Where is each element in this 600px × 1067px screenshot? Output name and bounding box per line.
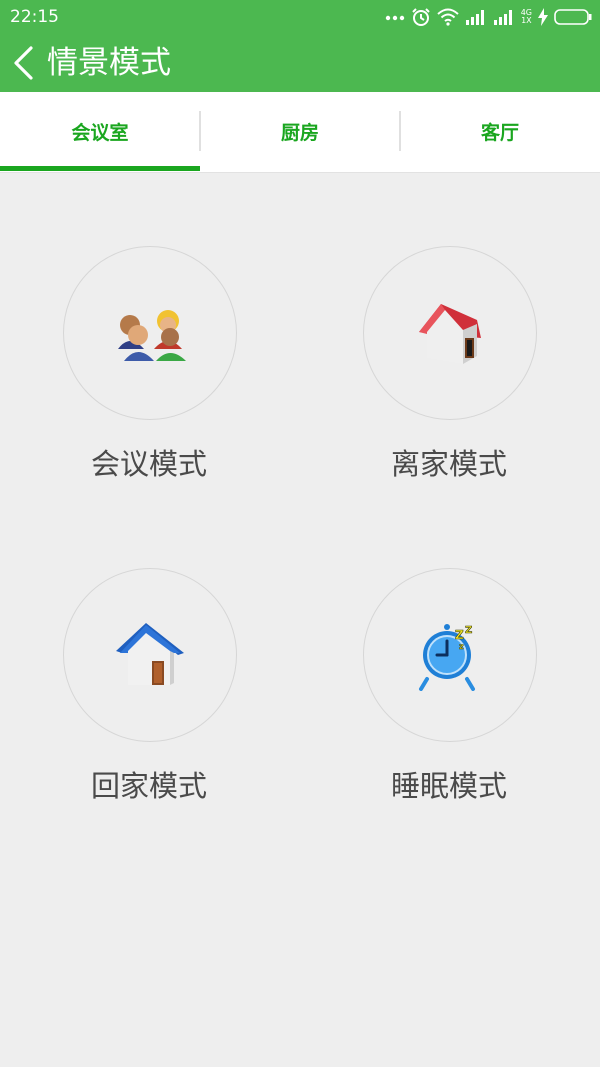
wifi-icon [437,8,459,26]
scene-label: 回家模式 [90,769,207,803]
network-type-bottom: 1X [521,16,532,25]
alarm-clock-sleep-icon: Z Z z [419,624,475,691]
back-button[interactable] [10,46,40,80]
charging-icon [538,8,548,26]
network-type: 4G 1X [521,9,532,25]
battery-icon [554,8,592,26]
signal-2-icon [493,9,515,25]
page-title: 情景模式 [47,45,171,81]
scene-label: 会议模式 [90,447,207,481]
tab-label: 会议室 [71,121,129,144]
status-bar: 22:15 4G 1X [0,0,600,34]
meeting-people-icon [118,310,186,361]
svg-text:Z: Z [455,628,464,642]
scene-label: 离家模式 [390,447,507,481]
status-icons: 4G 1X [385,6,592,28]
more-dots-icon [385,13,405,21]
tab-living-room[interactable]: 客厅 [400,92,600,172]
scene-icon-circle [63,568,237,742]
scene-return-home-mode[interactable]: 回家模式 [38,568,258,808]
tab-label: 厨房 [280,121,319,144]
tab-bar: 会议室 厨房 客厅 [0,92,600,173]
scene-sleep-mode[interactable]: Z Z z 睡眠模式 [338,568,558,808]
scene-label: 睡眠模式 [390,769,507,803]
app-bar: 情景模式 [0,34,600,92]
status-time: 22:15 [10,7,59,27]
tab-selected-indicator [0,166,200,171]
scene-leave-home-mode[interactable]: 离家模式 [338,246,558,486]
tab-meeting-room[interactable]: 会议室 [0,92,200,172]
chevron-left-icon [14,46,33,80]
scene-icon-circle [63,246,237,420]
scene-icon-circle: Z Z z [363,568,537,742]
scene-meeting-mode[interactable]: 会议模式 [38,246,258,486]
scene-icon-circle [363,246,537,420]
tab-label: 客厅 [480,121,519,144]
signal-icon [465,9,487,25]
tab-kitchen[interactable]: 厨房 [200,92,400,172]
alarm-icon [411,7,431,27]
red-house-icon [419,304,481,364]
svg-text:Z: Z [465,625,472,636]
blue-house-icon [116,623,184,685]
svg-text:z: z [459,642,464,651]
